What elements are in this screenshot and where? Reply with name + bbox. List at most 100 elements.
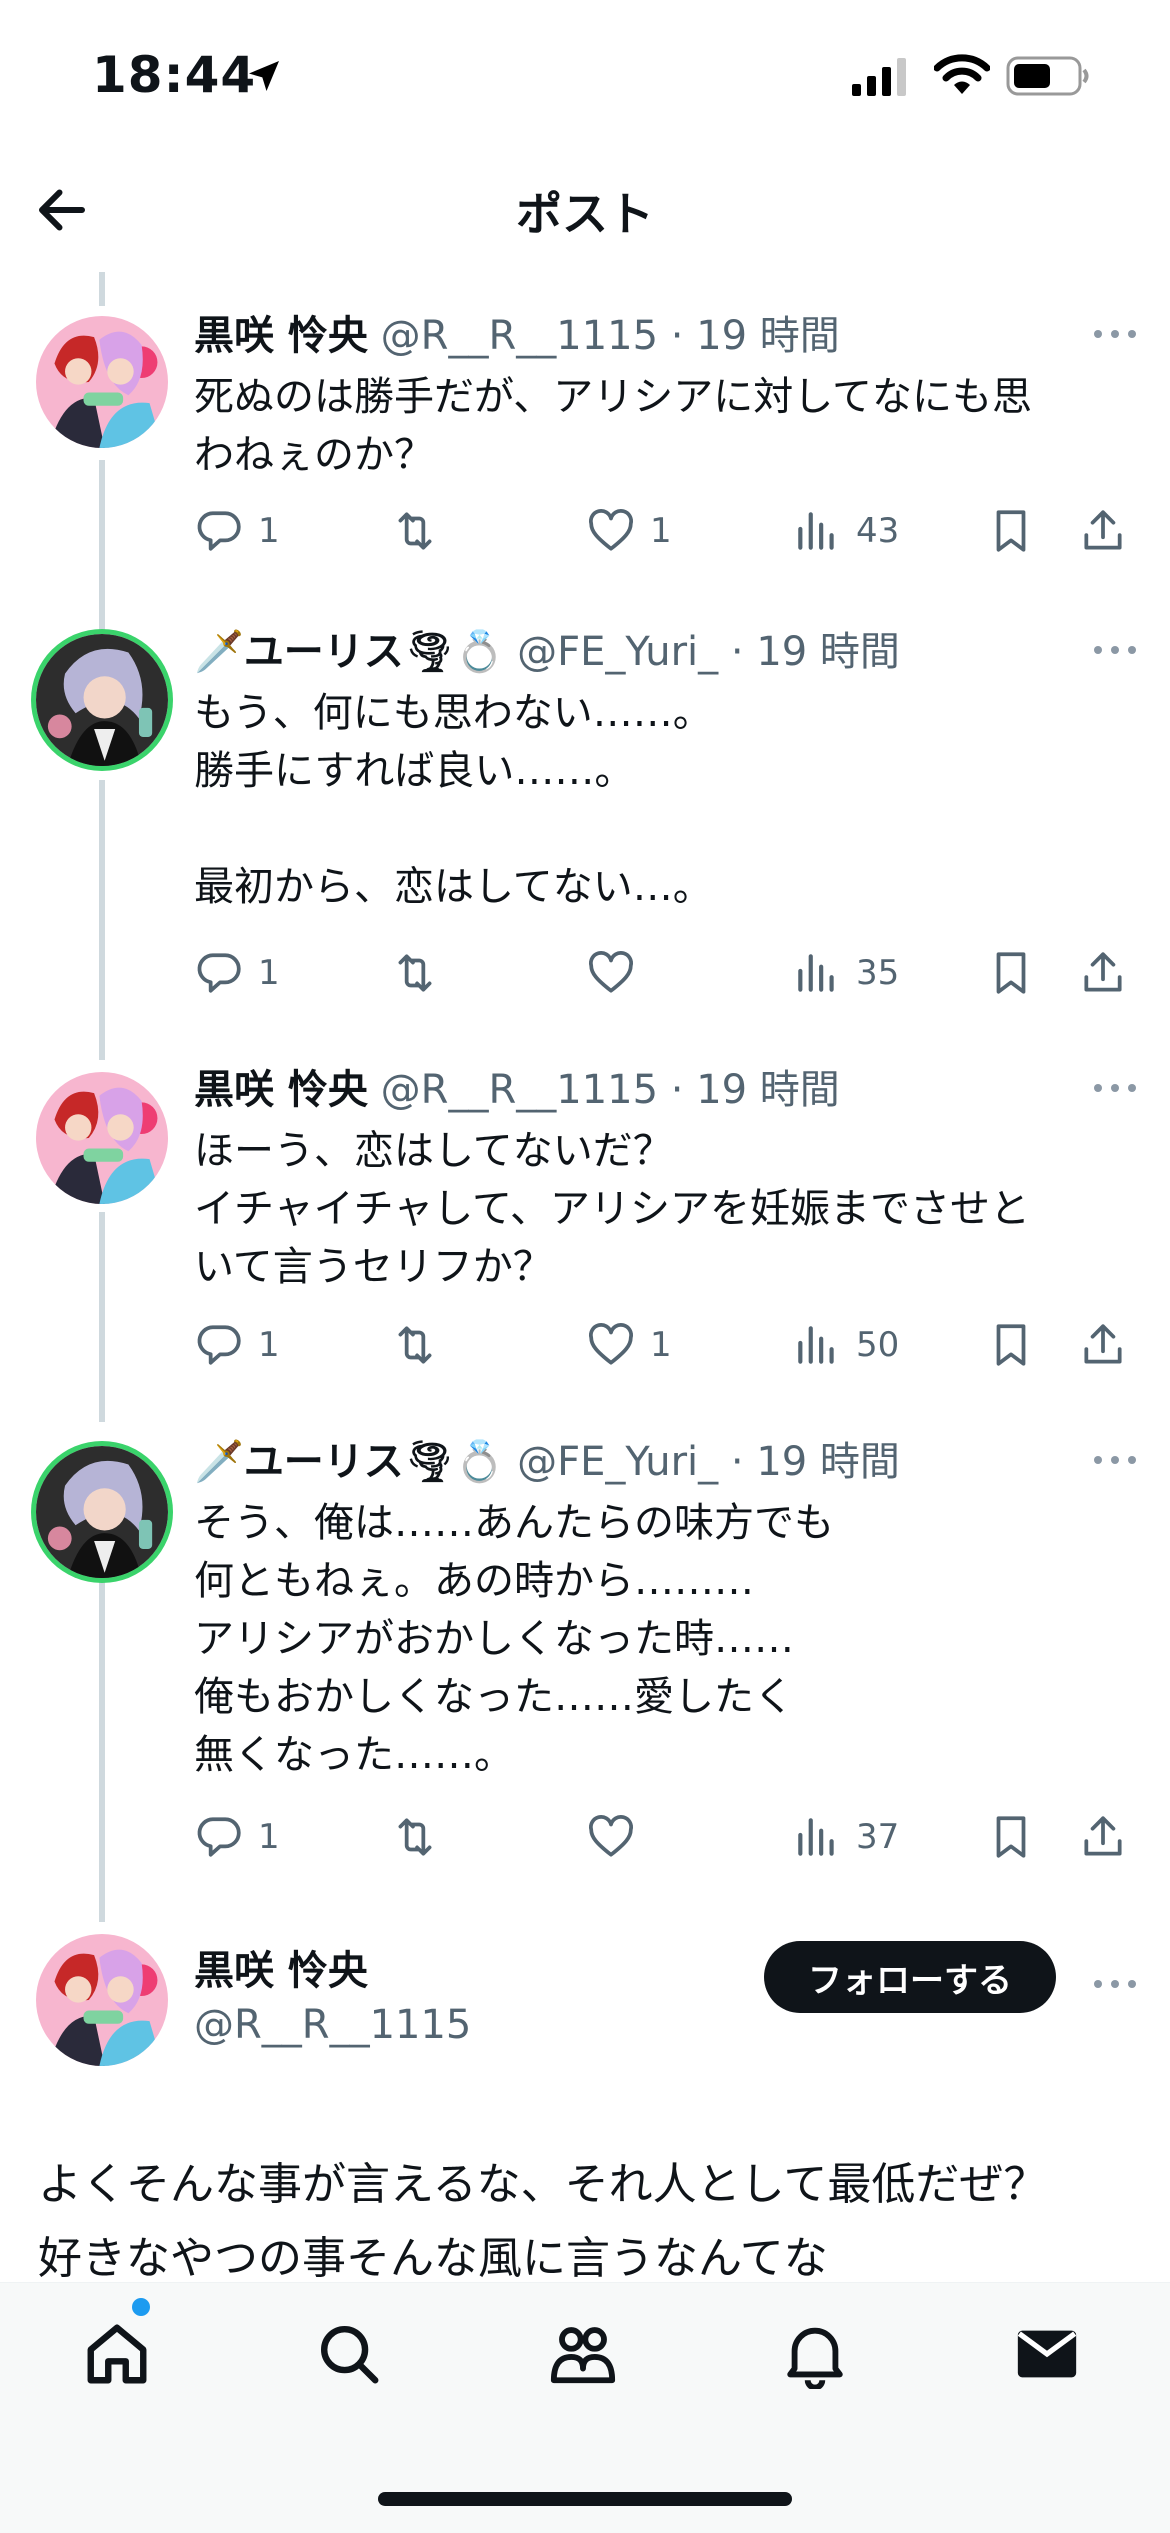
avatar[interactable] [36,316,168,448]
views-icon [792,1812,842,1862]
author-name[interactable]: ユーリス [244,1439,404,1485]
bookmark-button[interactable] [986,496,1036,566]
share-button[interactable] [1078,1310,1128,1380]
messages-icon[interactable] [1012,2319,1082,2389]
tweet-header: 🗡️ユーリス🌪💍 @FE_Yuri_ · 19 時間 [194,1432,900,1492]
tweet[interactable]: 黒咲 怜央 @R__R__1115 · 19 時間 ほーう、恋はしてないだ？ イ… [0,1060,1170,1400]
views-count: 35 [856,953,900,993]
retweet-icon [390,1812,440,1862]
avatar[interactable] [36,634,168,766]
home-icon[interactable] [82,2319,152,2389]
bookmark-icon [986,1320,1036,1370]
views-button[interactable]: 43 [792,496,899,566]
retweet-button[interactable] [390,938,440,1008]
tweet[interactable]: 黒咲 怜央 @R__R__1115 · 19 時間 死ぬのは勝手だが、アリシアに… [0,306,1170,566]
thread-line [99,272,105,306]
reply-button[interactable]: 1 [194,496,280,566]
share-icon [1078,506,1128,556]
like-icon [586,1812,636,1862]
share-icon [1078,1812,1128,1862]
avatar[interactable] [36,1934,168,2066]
author-handle[interactable]: @FE_Yuri_ [517,1439,718,1485]
retweet-icon [390,948,440,998]
tweet-actions: 1 1 43 [194,496,1140,566]
like-button[interactable]: 1 [586,496,672,566]
bookmark-button[interactable] [986,1802,1036,1872]
tweet-actions: 1 1 50 [194,1310,1140,1380]
tweet-actions: 1 37 [194,1802,1140,1872]
views-button[interactable]: 35 [792,938,899,1008]
like-button[interactable] [586,1802,636,1872]
author-handle[interactable]: @FE_Yuri_ [517,629,718,675]
more-icon[interactable] [1090,322,1140,346]
tweet-text: ほーう、恋はしてないだ？ イチャイチャして、アリシアを妊娠までさせと いて言うセ… [194,1128,1030,1290]
author-name[interactable]: 黒咲 怜央 [194,1067,368,1113]
tweet-text: もう、何にも思わない……。 勝手にすれば良い……。 最初から、恋はしてない…。 [194,690,713,910]
views-count: 37 [856,1817,900,1857]
cellular-signal-icon [852,58,906,96]
share-icon [1078,948,1128,998]
views-button[interactable]: 37 [792,1802,899,1872]
main-post-text: よくそんな事が言えるな、それ人として最低だぜ？ 好きなやつの事そんな風に言うなん… [38,2159,1048,2284]
tweet-header: 黒咲 怜央 @R__R__1115 · 19 時間 [194,306,840,366]
views-count: 43 [856,511,900,551]
reply-count: 1 [258,511,280,551]
reply-button[interactable]: 1 [194,1310,280,1380]
reply-icon [194,1812,244,1862]
bookmark-button[interactable] [986,938,1036,1008]
views-button[interactable]: 50 [792,1310,899,1380]
page-title: ポスト [516,187,654,241]
author-handle[interactable]: @R__R__1115 [381,1067,658,1113]
retweet-button[interactable] [390,1310,440,1380]
home-notification-dot [132,2298,150,2316]
like-button[interactable]: 1 [586,1310,672,1380]
like-button[interactable] [586,938,636,1008]
like-icon [586,948,636,998]
more-icon[interactable] [1090,1448,1140,1472]
more-icon[interactable] [1090,1972,1140,1996]
views-icon [792,506,842,556]
bookmark-icon [986,506,1036,556]
bookmark-button[interactable] [986,1310,1036,1380]
tweet-text: 死ぬのは勝手だが、アリシアに対してなにも思 わねぇのか？ [194,374,1032,478]
reply-button[interactable]: 1 [194,1802,280,1872]
share-button[interactable] [1078,938,1128,1008]
author-name-prefix-emoji: 🗡️ [194,629,244,675]
author-handle[interactable]: @R__R__1115 [194,1998,471,2052]
author-name[interactable]: 黒咲 怜央 [194,313,368,359]
tweet-header: 🗡️ユーリス🌪💍 @FE_Yuri_ · 19 時間 [194,622,900,682]
header: ポスト [0,150,1170,270]
search-icon[interactable] [314,2319,384,2389]
retweet-button[interactable] [390,1802,440,1872]
author-name[interactable]: 黒咲 怜央 [194,1944,471,1998]
more-icon[interactable] [1090,1076,1140,1100]
avatar[interactable] [36,1072,168,1204]
like-icon [586,506,636,556]
like-count: 1 [650,511,672,551]
avatar[interactable] [36,1446,168,1578]
tweet-actions: 1 35 [194,938,1140,1008]
reply-button[interactable]: 1 [194,938,280,1008]
author-name[interactable]: ユーリス [244,629,404,675]
author-handle[interactable]: @R__R__1115 [381,313,658,359]
share-button[interactable] [1078,496,1128,566]
tweet-time: · 19 時間 [670,1067,840,1113]
retweet-button[interactable] [390,496,440,566]
like-count: 1 [650,1325,672,1365]
tweet[interactable]: 🗡️ユーリス🌪💍 @FE_Yuri_ · 19 時間 そう、俺は……あんたらの味… [0,1432,1170,1872]
home-indicator [378,2492,792,2506]
like-icon [586,1320,636,1370]
notifications-icon[interactable] [780,2319,850,2389]
more-icon[interactable] [1090,638,1140,662]
reply-count: 1 [258,1817,280,1857]
tweet-text: そう、俺は……あんたらの味方でも 何ともねぇ。あの時から……… アリシアがおかし… [194,1500,834,1778]
communities-icon[interactable] [548,2319,618,2389]
follow-button[interactable]: フォローする [764,1941,1056,2013]
battery-icon [1006,56,1089,96]
tweet-header: 黒咲 怜央 @R__R__1115 · 19 時間 [194,1060,840,1120]
reply-icon [194,1320,244,1370]
retweet-icon [390,506,440,556]
share-button[interactable] [1078,1802,1128,1872]
reply-icon [194,506,244,556]
tweet[interactable]: 🗡️ユーリス🌪💍 @FE_Yuri_ · 19 時間 もう、何にも思わない……。… [0,622,1170,1022]
